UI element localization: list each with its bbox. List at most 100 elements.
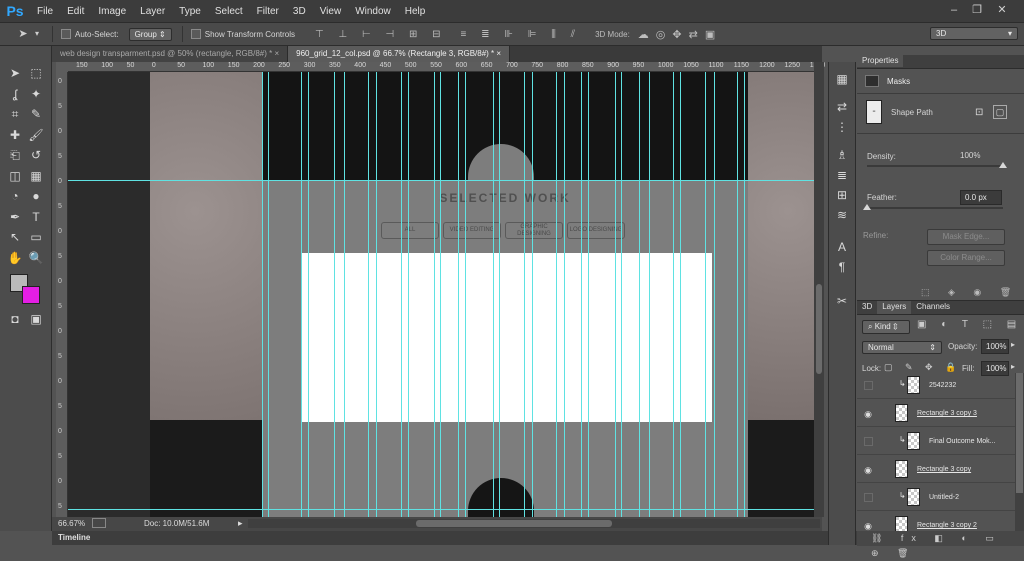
eraser-icon[interactable]: ◫ (6, 167, 24, 185)
menu-filter[interactable]: Filter (250, 6, 286, 17)
shape-icon[interactable]: ▭ (27, 228, 45, 246)
layer-filter-icons[interactable]: ▣ ◐ T ⬚ ▤ (917, 319, 1022, 330)
visibility-toggle[interactable] (864, 493, 873, 502)
workspace-dropdown[interactable]: 3D ▾ (930, 27, 1018, 40)
history-panel-icon[interactable]: ▦ (833, 70, 851, 88)
guide-line[interactable] (458, 72, 459, 517)
density-slider-handle[interactable] (999, 162, 1007, 168)
menu-type[interactable]: Type (172, 6, 208, 17)
gradient-icon[interactable]: ▦ (27, 167, 45, 185)
document-canvas[interactable]: SELECTED WORK ALL VIDEO EDITING GRAPHIC DE… (68, 72, 814, 517)
crop-icon[interactable]: ⌗ (6, 105, 24, 123)
eye-icon[interactable]: ◉ (862, 408, 874, 420)
menu-edit[interactable]: Edit (60, 6, 91, 17)
swatches-panel-icon[interactable]: ⋮ (833, 118, 851, 136)
tab-close-icon[interactable]: × (496, 49, 501, 58)
lasso-icon[interactable]: ʆ (6, 85, 24, 103)
close-icon[interactable]: ✕ (993, 3, 1011, 17)
guide-line[interactable] (621, 72, 622, 517)
menu-select[interactable]: Select (208, 6, 250, 17)
layer-thumbnail[interactable] (907, 488, 920, 506)
dodge-icon[interactable]: ● (27, 187, 45, 205)
opacity-arrow-icon[interactable]: ▸ (1011, 340, 1015, 349)
guide-line[interactable] (68, 180, 814, 181)
tab-layers[interactable]: Layers (877, 301, 912, 314)
stamp-icon[interactable]: ⎗ (6, 146, 24, 164)
quick-mask-icon[interactable]: ◘ (6, 310, 24, 328)
opacity-value[interactable]: 100% (981, 339, 1009, 354)
history-brush-icon[interactable]: ↺ (27, 146, 45, 164)
tab-channels[interactable]: Channels (911, 301, 955, 314)
eye-icon[interactable]: ◉ (862, 464, 874, 476)
restore-icon[interactable]: ❐ (968, 3, 986, 17)
guide-line[interactable] (680, 72, 681, 517)
screen-mode-icon[interactable]: ▣ (27, 310, 45, 328)
guide-line[interactable] (532, 72, 533, 517)
layer-name[interactable]: 2542232 (929, 382, 956, 389)
layer-row[interactable]: ↳ Final Outcome Mok... (857, 429, 1015, 455)
vertical-scroll-thumb[interactable] (816, 284, 822, 374)
guide-line[interactable] (564, 72, 565, 517)
menu-help[interactable]: Help (398, 6, 433, 17)
guide-line[interactable] (301, 72, 302, 517)
fill-arrow-icon[interactable]: ▸ (1011, 362, 1015, 371)
tool-presets-icon[interactable]: ✂ (833, 292, 851, 310)
guide-line[interactable] (499, 72, 500, 517)
actions-panel-icon[interactable]: ⇄ (833, 98, 851, 116)
menu-view[interactable]: View (313, 6, 349, 17)
guide-line[interactable] (714, 72, 715, 517)
guide-line[interactable] (440, 72, 441, 517)
timeline-panel[interactable]: Timeline (52, 531, 857, 545)
guide-line[interactable] (268, 72, 269, 517)
layer-row[interactable]: ◉ Rectangle 3 copy (857, 457, 1015, 483)
visibility-toggle[interactable] (864, 381, 873, 390)
healing-brush-icon[interactable]: ✚ (6, 126, 24, 144)
tab-properties[interactable]: Properties (857, 55, 904, 67)
layer-thumbnail[interactable] (895, 460, 908, 478)
guide-line[interactable] (434, 72, 435, 517)
guide-line[interactable] (673, 72, 674, 517)
move-tool-icon[interactable]: ➤ (16, 27, 30, 41)
vertical-scrollbar[interactable] (814, 62, 824, 517)
guide-line[interactable] (639, 72, 640, 517)
guide-line[interactable] (408, 72, 409, 517)
mask-edge-button[interactable]: Mask Edge... (927, 229, 1005, 245)
distribute-icons[interactable]: ≡ ≣ ⊪ ⊫ ⫼ ⫽ (461, 29, 582, 40)
feather-slider-handle[interactable] (863, 204, 871, 210)
layer-row[interactable]: ↳ 2542232 (857, 373, 1015, 399)
chevron-down-icon[interactable]: ▾ (30, 27, 44, 41)
guide-line[interactable] (737, 72, 738, 517)
lock-icons[interactable]: ▢ ✎ ✥ 🔒 (884, 362, 961, 373)
guide-line[interactable] (262, 72, 263, 517)
guide-line[interactable] (588, 72, 589, 517)
hand-icon[interactable]: ✋ (6, 249, 24, 267)
move-tool-icon[interactable]: ➤ (6, 64, 24, 82)
guide-line[interactable] (308, 72, 309, 517)
layer-thumbnail[interactable] (907, 376, 920, 394)
3d-mode-icons[interactable]: ☁◎✥⇄▣ (638, 28, 722, 41)
color-range-button[interactable]: Color Range... (927, 250, 1005, 266)
properties-footer-icons[interactable]: ⬚ ◈ ◉ 🗑 (921, 287, 1019, 298)
visibility-toggle[interactable] (864, 437, 873, 446)
menu-file[interactable]: File (30, 6, 60, 17)
auto-select-checkbox[interactable] (61, 29, 71, 39)
paragraph-panel-icon[interactable]: ¶ (833, 258, 851, 276)
menu-image[interactable]: Image (91, 6, 133, 17)
guide-line[interactable] (344, 72, 345, 517)
horizontal-scrollbar[interactable] (248, 519, 820, 528)
layer-name[interactable]: Rectangle 3 copy 2 (917, 522, 977, 529)
guide-line[interactable] (493, 72, 494, 517)
layer-name[interactable]: Rectangle 3 copy (917, 466, 971, 473)
tab-3d[interactable]: 3D (857, 301, 877, 314)
blur-icon[interactable]: ◔ (6, 187, 24, 205)
marquee-icon[interactable]: ⬚ (27, 64, 45, 82)
path-select-icon[interactable]: ↖ (6, 228, 24, 246)
layer-name[interactable]: Untitled-2 (929, 494, 959, 501)
guide-line[interactable] (376, 72, 377, 517)
tab-960-grid[interactable]: 960_grid_12_col.psd @ 66.7% (Rectangle 3… (288, 46, 511, 62)
brush-presets-icon[interactable]: ♗ (833, 146, 851, 164)
layers-footer-icons[interactable]: ⛓ fx ◧ ◐ ▭ ⊕ 🗑 (857, 531, 1024, 558)
guide-line[interactable] (401, 72, 402, 517)
align-icons[interactable]: ⊤ ⊥ ⊢ ⊣ ⊞ ⊟ (315, 29, 447, 40)
minimize-icon[interactable]: – (945, 3, 963, 17)
